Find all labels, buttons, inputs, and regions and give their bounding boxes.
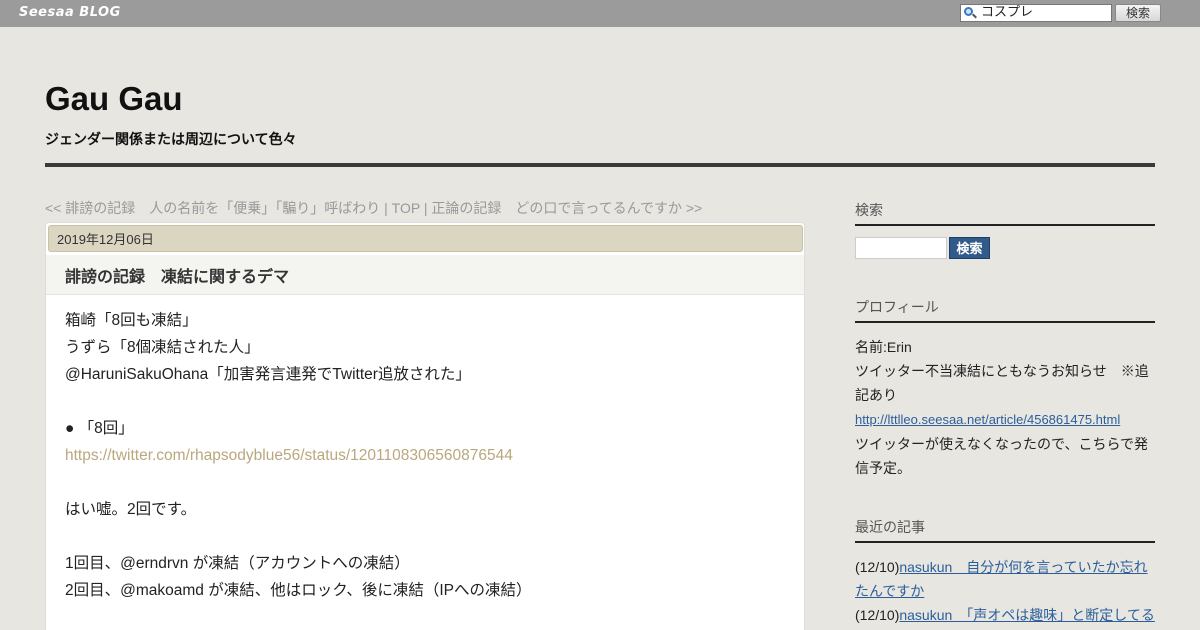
recent-articles: (12/10)nasukun 自分が何を言っていたか忘れたんですか (12/10…	[855, 555, 1155, 630]
top-search-value[interactable]: コスプレ	[978, 5, 1033, 21]
article-body: 箱崎「8回も凍結」 うずら「8個凍結された人」 @HaruniSakuOhana…	[65, 307, 531, 604]
sidebar: 検索 検索 プロフィール 名前:Erin ツイッター不当凍結にともなうお知らせ …	[855, 200, 1155, 630]
sidebar-profile-heading: プロフィール	[855, 297, 1155, 323]
profile-article-link[interactable]: http://lttlleo.seesaa.net/article/456861…	[855, 412, 1120, 427]
profile: 名前:Erin ツイッター不当凍結にともなうお知らせ ※追記あり http://…	[855, 335, 1155, 480]
profile-name: 名前:Erin	[855, 339, 912, 355]
search-icon	[961, 5, 978, 21]
article-date: 2019年12月06日	[48, 225, 803, 252]
recent-article-link[interactable]: nasukun 「声オペは趣味」と断定してることわかってる？ ★さらに追記	[855, 607, 1155, 630]
list-item: (12/10)nasukun 自分が何を言っていたか忘れたんですか	[855, 555, 1155, 603]
top-link[interactable]: TOP	[392, 200, 420, 216]
recent-date: (12/10)	[855, 607, 900, 623]
top-bar: Seesaa BLOG コスプレ 検索	[0, 0, 1200, 27]
sidebar-search-heading: 検索	[855, 200, 1155, 226]
body-line: 1回目、@erndrvn が凍結（アカウントへの凍結）	[65, 555, 410, 572]
article-title-bar: 誹謗の記録 凍結に関するデマ	[46, 255, 804, 295]
recent-article-link[interactable]: nasukun 自分が何を言っていたか忘れたんですか	[855, 559, 1148, 599]
profile-notice: ツイッター不当凍結にともなうお知らせ ※追記あり	[855, 363, 1149, 403]
sidebar-search-input[interactable]	[855, 237, 947, 259]
sidebar-search: 検索	[855, 237, 1155, 259]
body-line: @HaruniSakuOhana「加害発言連発でTwitter追放された」	[65, 366, 471, 383]
body-line	[65, 523, 531, 550]
header-divider	[45, 163, 1155, 167]
top-search-button[interactable]: 検索	[1115, 4, 1161, 22]
article: 2019年12月06日 誹謗の記録 凍結に関するデマ 箱崎「8回も凍結」 うずら…	[45, 222, 805, 630]
body-line: 箱崎「8回も凍結」	[65, 312, 198, 329]
article-title[interactable]: 誹謗の記録 凍結に関するデマ	[65, 263, 289, 287]
recent-date: (12/10)	[855, 559, 900, 575]
body-line: はい嘘。2回です。	[65, 501, 197, 518]
sidebar-recent-heading: 最近の記事	[855, 517, 1155, 543]
body-line: うずら「8個凍結された人」	[65, 339, 260, 356]
next-article-link[interactable]: 正論の記録 どの口で言ってるんですか >>	[431, 200, 702, 216]
top-search-input[interactable]: コスプレ	[960, 4, 1112, 22]
blog-description: ジェンダー関係または周辺について色々	[45, 132, 297, 148]
nav-separator: |	[380, 200, 392, 216]
body-line	[65, 469, 531, 496]
prev-article-link[interactable]: << 誹謗の記録 人の名前を「便乗」「騙り」呼ばわり	[45, 200, 380, 216]
article-navigation: << 誹謗の記録 人の名前を「便乗」「騙り」呼ばわり | TOP | 正論の記録…	[45, 198, 702, 218]
body-line: ● 「8回」	[65, 420, 134, 437]
body-line	[65, 388, 531, 415]
body-line: 2回目、@makoamd が凍結、他はロック、後に凍結（IPへの凍結）	[65, 582, 532, 599]
list-item: (12/10)nasukun 「声オペは趣味」と断定してることわかってる？ ★さ…	[855, 603, 1155, 630]
sidebar-search-button[interactable]: 検索	[949, 237, 990, 259]
nav-separator: |	[419, 200, 432, 216]
twitter-status-link[interactable]: https://twitter.com/rhapsodyblue56/statu…	[65, 447, 513, 464]
seesaa-blog-logo[interactable]: Seesaa BLOG	[19, 5, 121, 20]
profile-text: ツイッターが使えなくなったので、こちらで発信予定。	[855, 436, 1149, 476]
blog-title[interactable]: Gau Gau	[45, 80, 183, 118]
